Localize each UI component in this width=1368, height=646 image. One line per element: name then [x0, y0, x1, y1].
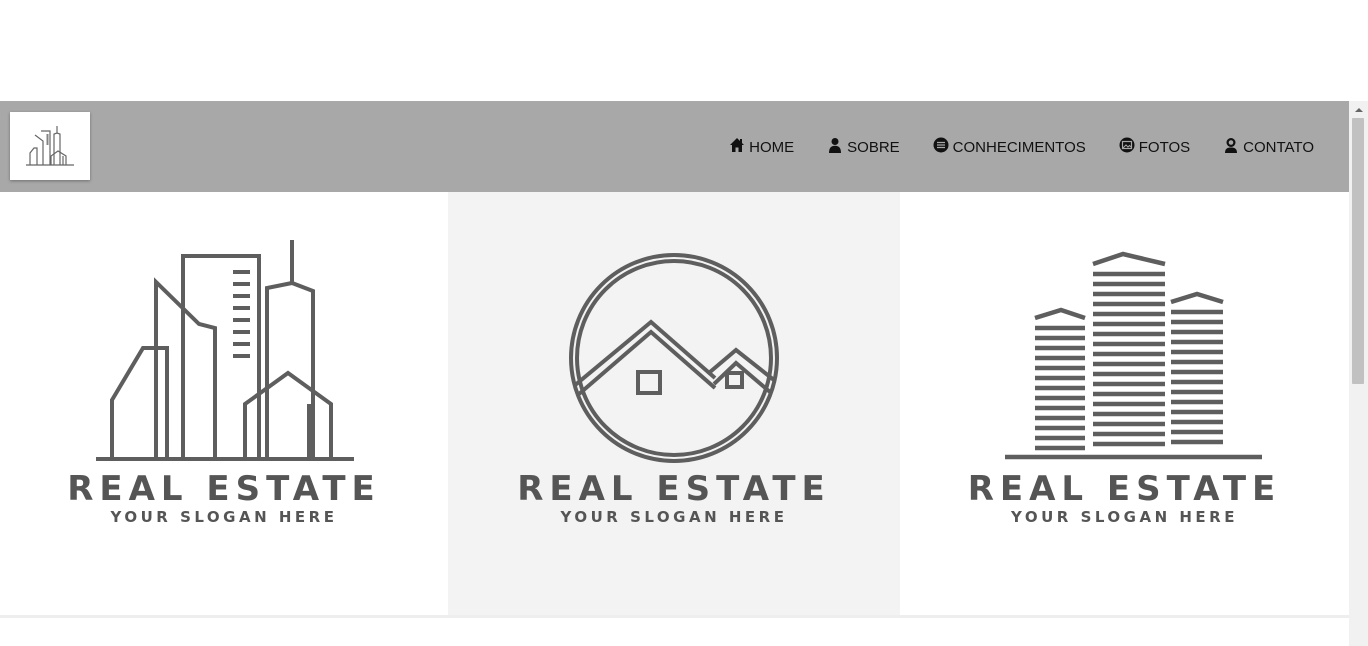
- nav-label-home: HOME: [749, 139, 795, 156]
- brand-title: REAL ESTATE: [967, 469, 1282, 509]
- nav-item-sobre[interactable]: SOBRE: [827, 137, 900, 156]
- nav-label-fotos: FOTOS: [1138, 139, 1191, 156]
- nav-label-conhecimentos: CONHECIMENTOS: [952, 139, 1086, 156]
- nav-menu: HOME SOBRE CONHECIMENTOS FOTOS CONTATO: [729, 101, 1314, 192]
- navbar: HOME SOBRE CONHECIMENTOS FOTOS CONTATO: [0, 101, 1349, 192]
- section-divider: [0, 615, 1349, 618]
- brand-slogan: YOUR SLOGAN HERE: [560, 508, 788, 526]
- brand-title: REAL ESTATE: [67, 469, 381, 509]
- contact-icon: [1223, 137, 1239, 153]
- striped-towers-logo: [1004, 251, 1262, 460]
- logo-panel-city: REAL ESTATE YOUR SLOGAN HERE: [0, 192, 448, 615]
- home-icon: [729, 137, 745, 153]
- photo-icon: [1119, 137, 1135, 153]
- knowledge-icon: [933, 137, 949, 153]
- nav-label-contato: CONTATO: [1243, 139, 1314, 156]
- scrollbar-thumb[interactable]: [1352, 118, 1364, 384]
- city-buildings-logo-icon: [26, 126, 74, 166]
- scroll-up-arrow-icon[interactable]: [1349, 103, 1368, 117]
- brand-slogan: YOUR SLOGAN HERE: [1011, 508, 1238, 526]
- houses-in-circle-logo: [569, 253, 779, 463]
- city-skyline-logo: [96, 240, 354, 461]
- top-blank-area: [0, 0, 1368, 101]
- user-icon: [827, 137, 843, 153]
- site-logo[interactable]: [10, 112, 90, 180]
- logo-panel-towers: REAL ESTATE YOUR SLOGAN HERE: [900, 192, 1349, 615]
- nav-item-home[interactable]: HOME: [729, 137, 795, 156]
- brand-slogan: YOUR SLOGAN HERE: [110, 508, 338, 526]
- logo-panel-houses: REAL ESTATE YOUR SLOGAN HERE: [448, 192, 900, 615]
- nav-item-conhecimentos[interactable]: CONHECIMENTOS: [933, 137, 1086, 156]
- logo-showcase: REAL ESTATE YOUR SLOGAN HERE REAL ESTATE…: [0, 192, 1349, 615]
- brand-title: REAL ESTATE: [517, 469, 831, 509]
- nav-label-sobre: SOBRE: [847, 139, 900, 156]
- nav-item-contato[interactable]: CONTATO: [1223, 137, 1314, 156]
- nav-item-fotos[interactable]: FOTOS: [1119, 137, 1191, 156]
- vertical-scrollbar[interactable]: [1349, 101, 1368, 646]
